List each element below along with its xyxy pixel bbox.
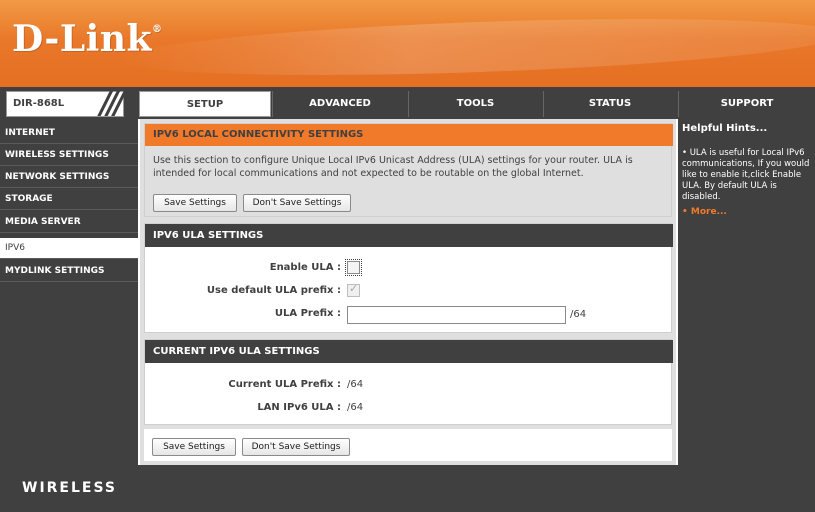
current-ula-title: CURRENT IPV6 ULA SETTINGS bbox=[145, 340, 673, 363]
enable-ula-label: Enable ULA : bbox=[269, 262, 341, 273]
dont-save-settings-button-top[interactable]: Don't Save Settings bbox=[243, 194, 351, 212]
save-settings-button-bottom[interactable]: Save Settings bbox=[152, 438, 236, 456]
sidebar-item-media-server[interactable]: MEDIA SERVER bbox=[0, 212, 138, 233]
sidebar-item-mydlink-settings[interactable]: MYDLINK SETTINGS bbox=[0, 261, 138, 282]
dont-save-settings-button-bottom[interactable]: Don't Save Settings bbox=[242, 438, 350, 456]
model-slashes: /// bbox=[100, 86, 125, 121]
sidebar-item-network-settings[interactable]: NETWORK SETTINGS bbox=[0, 167, 138, 188]
checkmark-icon: ✓ bbox=[349, 282, 359, 295]
model-badge: DIR-868L /// bbox=[6, 86, 125, 121]
default-prefix-label: Use default ULA prefix : bbox=[206, 285, 341, 296]
wireless-logo: WIRELESS bbox=[22, 480, 118, 496]
sidebar-item-wireless-settings[interactable]: WIRELESS SETTINGS bbox=[0, 145, 138, 166]
ula-prefix-input[interactable] bbox=[347, 306, 566, 324]
left-sidebar: INTERNET WIRELESS SETTINGS NETWORK SETTI… bbox=[0, 119, 138, 465]
lan-ula-label: LAN IPv6 ULA : bbox=[257, 402, 341, 413]
model-label: DIR-868L bbox=[13, 98, 65, 109]
helpful-hints-panel: Helpful Hints... • ULA is useful for Loc… bbox=[678, 119, 815, 465]
current-ula-panel: CURRENT IPV6 ULA SETTINGS Current ULA Pr… bbox=[144, 339, 673, 425]
lan-ula-value: /64 bbox=[347, 402, 364, 413]
tab-setup[interactable]: SETUP bbox=[139, 91, 271, 117]
top-nav: DIR-868L /// SETUP ADVANCED TOOLS STATUS… bbox=[0, 86, 815, 121]
bottom-buttons: Save Settings Don't Save Settings bbox=[144, 429, 672, 461]
tab-status[interactable]: STATUS bbox=[543, 91, 676, 117]
local-connectivity-panel: IPV6 LOCAL CONNECTIVITY SETTINGS Use thi… bbox=[144, 123, 673, 217]
ula-settings-panel: IPV6 ULA SETTINGS Enable ULA : Use defau… bbox=[144, 223, 673, 333]
enable-ula-checkbox[interactable] bbox=[345, 259, 362, 276]
sidebar-item-ipv6[interactable]: IPV6 bbox=[0, 238, 138, 259]
router-admin-page: D-Link® DIR-868L /// SETUP ADVANCED TOOL… bbox=[0, 0, 815, 512]
header-swoosh bbox=[119, 9, 815, 85]
sidebar-item-internet[interactable]: INTERNET bbox=[0, 123, 138, 144]
dlink-logo: D-Link® bbox=[12, 18, 162, 60]
hints-title: Helpful Hints... bbox=[682, 123, 768, 134]
logo-text: D-Link bbox=[12, 18, 152, 60]
default-prefix-checkbox[interactable]: ✓ bbox=[347, 282, 360, 297]
save-settings-button-top[interactable]: Save Settings bbox=[153, 194, 237, 212]
sidebar-item-storage[interactable]: STORAGE bbox=[0, 189, 138, 210]
hints-more-link[interactable]: • More... bbox=[682, 207, 811, 217]
hints-text: • ULA is useful for Local IPv6 communica… bbox=[682, 148, 810, 202]
current-prefix-label: Current ULA Prefix : bbox=[228, 379, 341, 390]
tab-advanced[interactable]: ADVANCED bbox=[272, 91, 407, 117]
tab-support[interactable]: SUPPORT bbox=[678, 91, 815, 117]
ula-settings-title: IPV6 ULA SETTINGS bbox=[145, 224, 673, 247]
footer-bar: WIRELESS bbox=[0, 465, 815, 512]
ula-prefix-suffix: /64 bbox=[570, 309, 587, 320]
tab-tools[interactable]: TOOLS bbox=[408, 91, 542, 117]
local-connectivity-title: IPV6 LOCAL CONNECTIVITY SETTINGS bbox=[145, 124, 673, 146]
header-banner: D-Link® bbox=[0, 0, 815, 87]
main-content: IPV6 LOCAL CONNECTIVITY SETTINGS Use thi… bbox=[140, 119, 676, 465]
current-prefix-value: /64 bbox=[347, 379, 364, 390]
local-connectivity-description: Use this section to configure Unique Loc… bbox=[153, 155, 633, 179]
trademark-mark: ® bbox=[151, 24, 163, 35]
ula-prefix-label: ULA Prefix : bbox=[274, 308, 341, 319]
